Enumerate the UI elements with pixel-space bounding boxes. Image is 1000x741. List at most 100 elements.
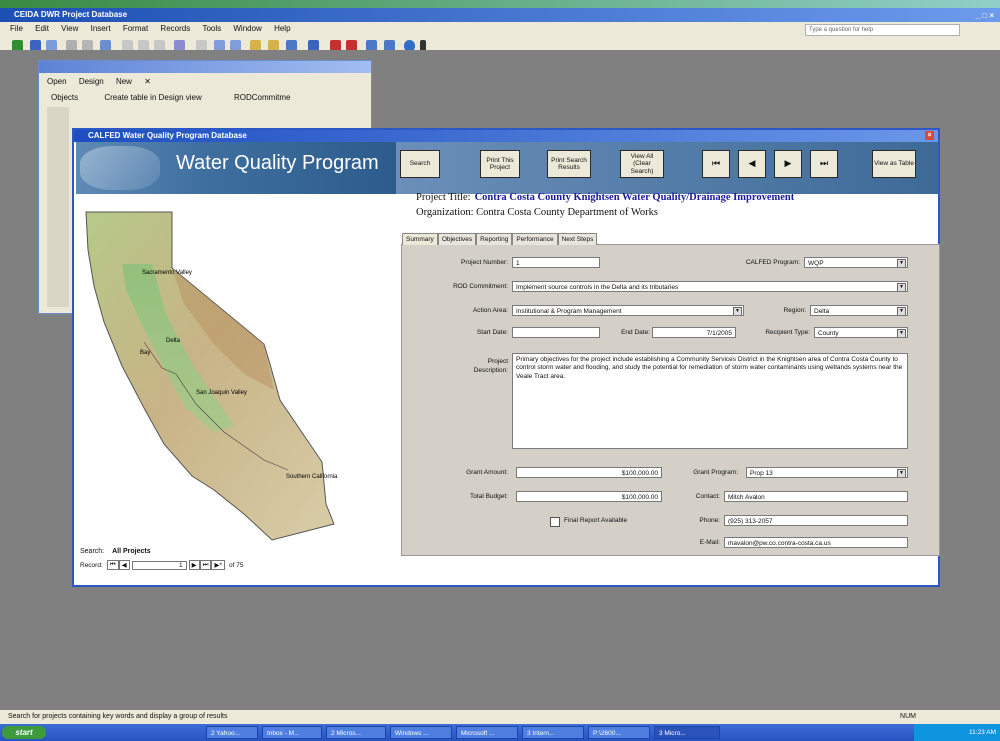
print-search-button[interactable]: Print Search Results [547,150,591,178]
next-record-nav-icon[interactable]: ▶ [188,560,200,570]
phone-field[interactable]: (925) 313-2057 [724,515,908,526]
taskbar-item-folder[interactable]: P:\2600... [588,726,650,739]
chevron-down-icon[interactable]: ▼ [897,283,906,291]
menu-file[interactable]: File [10,22,23,36]
contact-field[interactable]: Mitch Avalon [724,491,908,502]
tab-strip: Summary Objectives Reporting Performance Nex… [402,233,598,245]
navigation-controls: Search Print This Project Print Search R… [396,142,938,194]
tab-performance[interactable]: Performance [512,233,558,245]
map-label-bay: Bay [140,350,150,356]
taskbar-item-intern[interactable]: 3 Intern... [522,726,584,739]
final-report-checkbox[interactable] [550,517,560,527]
status-text: Search for projects containing key words… [8,713,228,720]
taskbar-item-windows[interactable]: Windows ... [390,726,452,739]
project-number-label: Project Number: [461,259,508,266]
previous-record-button[interactable]: ◀ [738,150,766,178]
taskbar-item-microsoft[interactable]: Microsoft ... [456,726,518,739]
last-record-button[interactable]: ⏭ [810,150,838,178]
first-record-nav-icon[interactable]: ⏮ [106,560,119,570]
calfed-program-select[interactable]: WQP ▼ [804,257,908,268]
search-button[interactable]: Search [400,150,440,178]
menu-format[interactable]: Format [123,22,148,36]
project-title-label: Project Title: [416,192,471,203]
chevron-down-icon[interactable]: ▼ [897,469,906,477]
water-quality-form-window: CALFED Water Quality Program Database × … [72,128,940,587]
first-record-button[interactable]: ⏮ [702,150,730,178]
action-area-label: Action Area: [472,307,508,314]
recipient-type-label: Recipient Type: [765,329,810,336]
search-value: All Projects [112,548,151,555]
total-budget-field[interactable]: $100,000.00 [516,491,662,502]
grant-program-select[interactable]: Prop 13 ▼ [746,467,908,478]
start-date-field[interactable] [512,327,600,338]
menu-help[interactable]: Help [274,22,290,36]
taskbar-item-micros[interactable]: 2 Micros... [326,726,386,739]
rod-commitment-select[interactable]: Implement source controls in the Delta a… [512,281,908,292]
last-record-nav-icon[interactable]: ⏭ [199,560,212,570]
rod-commitment-value: Implement source controls in the Delta a… [516,284,679,291]
program-banner: Water Quality Program [76,142,396,194]
grant-amount-label: Grant Amount: [466,469,508,476]
menu-insert[interactable]: Insert [91,22,111,36]
new-button[interactable]: New [116,77,132,86]
prev-record-nav-icon[interactable]: ◀ [118,560,130,570]
menu-edit[interactable]: Edit [35,22,49,36]
status-bar: Search for projects containing key words… [0,710,1000,724]
chevron-down-icon[interactable]: ▼ [733,307,742,315]
new-record-nav-icon[interactable]: ▶* [211,560,226,570]
create-table-item[interactable]: Create table in Design view [104,93,201,102]
grant-amount-field[interactable]: $100,000.00 [516,467,662,478]
tab-summary[interactable]: Summary [402,233,438,245]
project-number-field[interactable]: 1 [512,257,600,268]
action-area-select[interactable]: Institutional & Program Management ▼ [512,305,744,316]
taskbar-item-yahoo[interactable]: 2 Yahoo... [206,726,258,739]
chevron-down-icon[interactable]: ▼ [897,329,906,337]
help-question-box[interactable]: Type a question for help [805,24,960,36]
taskbar-item-access[interactable]: 3 Micro... [654,726,720,739]
database-window-title [39,61,371,73]
california-map: Sacramento Valley Delta Bay San Joaquin … [85,211,338,541]
next-record-button[interactable]: ▶ [774,150,802,178]
start-button[interactable]: start [2,726,46,739]
tab-next-steps[interactable]: Next Steps [557,233,598,245]
menu-records[interactable]: Records [160,22,190,36]
project-title-value: Contra Costa County Knightsen Water Qual… [474,192,795,203]
view-as-table-button[interactable]: View as Table [872,150,916,178]
taskbar-item-inbox[interactable]: Inbox - M... [262,726,322,739]
map-label-delta: Delta [166,338,181,344]
end-date-label: End Date: [621,329,650,336]
record-label: Record: [80,561,103,569]
chevron-down-icon[interactable]: ▼ [897,307,906,315]
menu-window[interactable]: Window [233,22,261,36]
calfed-program-value: WQP [808,260,824,267]
recipient-type-select[interactable]: County ▼ [814,327,908,338]
view-all-button[interactable]: View All (Clear Search) [620,150,664,178]
map-label-sacramento: Sacramento Valley [142,270,192,276]
menu-view[interactable]: View [61,22,78,36]
banner-heading: Water Quality Program [176,152,379,174]
tab-reporting[interactable]: Reporting [476,233,513,245]
open-button[interactable]: Open [47,77,67,86]
close-icon[interactable]: × [925,131,934,140]
recipient-type-value: County [818,330,839,337]
organization-value: Contra Costa County Department of Works [476,207,658,218]
tab-objectives[interactable]: Objectives [437,233,477,245]
email-field[interactable]: mavalon@pw.co.contra-costa.ca.us [724,537,908,548]
region-select[interactable]: Delta ▼ [810,305,908,316]
window-controls[interactable]: _ □ × [976,9,994,23]
rod-commitment-item[interactable]: RODCommitme [234,93,290,102]
clock: 11:23 AM [969,729,996,736]
end-date-field[interactable]: 7/1/2005 [652,327,736,338]
design-button[interactable]: Design [79,77,104,86]
description-field[interactable]: Primary objectives for the project inclu… [512,353,908,449]
search-summary: Search: All Projects [80,548,151,555]
record-number-field[interactable]: 1 [131,560,187,570]
system-tray: 11:23 AM [914,724,1000,741]
print-project-button[interactable]: Print This Project [480,150,520,178]
menu-tools[interactable]: Tools [202,22,221,36]
chevron-down-icon[interactable]: ▼ [897,259,906,267]
rod-commitment-label: ROD Commitment: [453,283,508,290]
contact-label: Contact: [695,493,720,500]
phone-label: Phone: [699,517,720,524]
delete-icon[interactable]: ✕ [144,77,151,86]
